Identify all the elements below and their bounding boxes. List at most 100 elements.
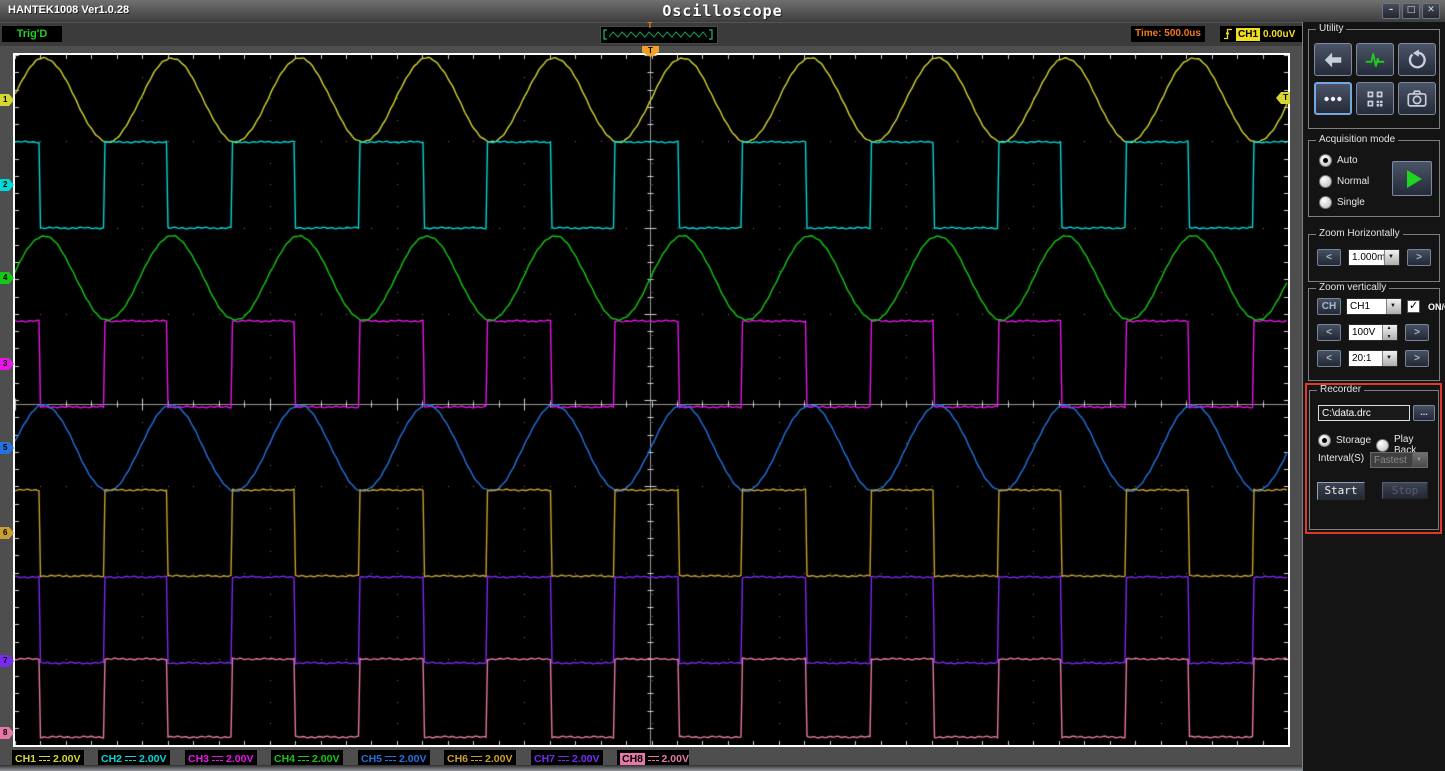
dc-coupling-icon	[558, 755, 570, 763]
preview-trigger-marker[interactable]: T	[644, 22, 656, 30]
channel-onoff-checkbox[interactable]	[1407, 299, 1420, 313]
volt-scale-spinner[interactable]: 100V	[1348, 324, 1398, 341]
pulse-icon	[1365, 52, 1385, 67]
screenshot-button[interactable]	[1398, 82, 1436, 115]
record-file-path-input[interactable]	[1318, 405, 1410, 421]
channel-volts: 2.00V	[661, 752, 689, 765]
chevron-down-icon[interactable]	[1382, 351, 1397, 366]
volt-scale-value: 100V	[1352, 327, 1376, 338]
channel-volts: 2.00V	[53, 752, 81, 765]
channel-select[interactable]: CH1	[1346, 298, 1402, 315]
run-button[interactable]	[1392, 161, 1432, 196]
trigger-readout: CH1 0.00uV	[1220, 26, 1302, 42]
radio-single-label: Single	[1337, 197, 1365, 208]
scope-main-area: T CH1 2.00V CH2 2.00V CH3 2.00V CH4 2.00…	[0, 46, 1302, 771]
title-bar: HANTEK1008 Ver1.0.28 Oscilloscope – □ ✕	[0, 0, 1445, 23]
channel-name: CH2	[101, 752, 123, 765]
probe-ratio-select[interactable]: 20:1	[1348, 350, 1398, 367]
timebase-select[interactable]: 1.000ms	[1348, 249, 1400, 266]
channel-name: CH8	[620, 752, 646, 765]
utility-group-label: Utility	[1316, 23, 1347, 34]
channel-4-ground-marker[interactable]: 4	[0, 272, 14, 284]
timebase-increase-button[interactable]: >	[1407, 249, 1431, 266]
volt-scale-increase-button[interactable]: >	[1405, 324, 1429, 341]
spinner-arrows-icon[interactable]	[1382, 325, 1397, 340]
preview-waveform-icon	[603, 29, 713, 40]
dc-coupling-icon	[298, 755, 310, 763]
trigger-status: Trig'D	[2, 26, 62, 42]
waveform-button[interactable]	[1356, 43, 1394, 76]
probe-ratio-decrease-button[interactable]: <	[1317, 350, 1341, 367]
scope-plot	[13, 53, 1290, 747]
qr-code-button[interactable]	[1356, 82, 1394, 115]
interval-label: Interval(S)	[1318, 453, 1365, 464]
rising-edge-icon	[1224, 28, 1232, 40]
radio-auto[interactable]	[1319, 154, 1332, 167]
back-arrow-icon	[1324, 52, 1342, 67]
scope-display	[15, 55, 1288, 745]
interval-select[interactable]: Fastest	[1370, 452, 1428, 468]
dc-coupling-icon	[39, 755, 51, 763]
chevron-down-icon[interactable]	[1384, 250, 1399, 265]
dc-coupling-icon	[212, 755, 224, 763]
channel-7-ground-marker[interactable]: 7	[0, 655, 14, 667]
chevron-down-icon[interactable]	[1386, 299, 1401, 314]
oscilloscope-window: HANTEK1008 Ver1.0.28 Oscilloscope – □ ✕ …	[0, 0, 1445, 771]
zoom-horizontal-group-label: Zoom Horizontally	[1316, 228, 1403, 239]
window-controls: – □ ✕	[1382, 3, 1440, 19]
channel-3-ground-marker[interactable]: 3	[0, 358, 14, 370]
window-title: Oscilloscope	[662, 2, 783, 20]
dc-coupling-icon	[125, 755, 137, 763]
probe-ratio-increase-button[interactable]: >	[1405, 350, 1429, 367]
browse-button[interactable]: ...	[1413, 405, 1435, 421]
more-dots-icon	[1324, 96, 1342, 101]
radio-normal-label: Normal	[1337, 176, 1370, 187]
channel-5-ground-marker[interactable]: 5	[0, 442, 14, 454]
channel-button[interactable]: CH	[1317, 298, 1341, 315]
channel-select-value: CH1	[1350, 301, 1371, 312]
maximize-button[interactable]: □	[1402, 3, 1420, 19]
channel-onoff-label: ON/OFF	[1428, 301, 1445, 312]
acquisition-group-label: Acquisition mode	[1316, 134, 1399, 145]
back-button[interactable]	[1314, 43, 1352, 76]
timebase-readout: Time: 500.0us	[1131, 26, 1205, 42]
radio-normal[interactable]	[1319, 175, 1332, 188]
dc-coupling-icon	[471, 755, 483, 763]
start-button[interactable]: Start	[1317, 482, 1365, 500]
radio-single[interactable]	[1319, 196, 1332, 209]
channel-name: CH4	[274, 752, 296, 765]
undo-button[interactable]	[1398, 43, 1436, 76]
stop-button[interactable]: Stop	[1382, 482, 1428, 499]
channel-volts: 2.00V	[399, 752, 427, 765]
zoom-vertical-group-label: Zoom vertically	[1316, 282, 1390, 293]
close-button[interactable]: ✕	[1422, 3, 1440, 19]
channel-1-ground-marker[interactable]: 1	[0, 94, 14, 106]
probe-ratio-value: 20:1	[1352, 353, 1372, 364]
channel-6-ground-marker[interactable]: 6	[0, 527, 14, 539]
channel-2-ground-marker[interactable]: 2	[0, 179, 14, 191]
channel-8-ground-marker[interactable]: 8	[0, 727, 14, 739]
camera-icon	[1407, 89, 1427, 107]
more-button[interactable]	[1314, 82, 1352, 115]
minimize-button[interactable]: –	[1382, 3, 1400, 19]
channel-name: CH7	[534, 752, 556, 765]
window-bottom-edge	[0, 765, 1302, 771]
channel-name: CH3	[188, 752, 210, 765]
radio-storage-label: Storage	[1336, 435, 1372, 446]
channel-volts: 2.00V	[312, 752, 340, 765]
waveform-preview[interactable]	[600, 26, 718, 44]
timebase-decrease-button[interactable]: <	[1317, 249, 1341, 266]
zoom-vertical-group: Zoom vertically CH CH1 ON/OFF < 100V >	[1308, 282, 1445, 381]
qr-code-icon	[1367, 91, 1383, 106]
channel-volts: 2.00V	[226, 752, 254, 765]
dc-coupling-icon	[648, 755, 659, 763]
radio-auto-label: Auto	[1337, 155, 1358, 166]
volt-scale-decrease-button[interactable]: <	[1317, 324, 1341, 341]
undo-icon	[1408, 48, 1426, 68]
radio-storage[interactable]	[1318, 434, 1331, 447]
radio-playback[interactable]	[1376, 438, 1389, 452]
control-panel: Utility Acquisition mode Auto Normal Sin…	[1302, 22, 1445, 771]
recorder-group-label: Recorder	[1317, 384, 1365, 395]
chevron-down-icon	[1412, 453, 1427, 467]
utility-group: Utility	[1308, 23, 1440, 129]
